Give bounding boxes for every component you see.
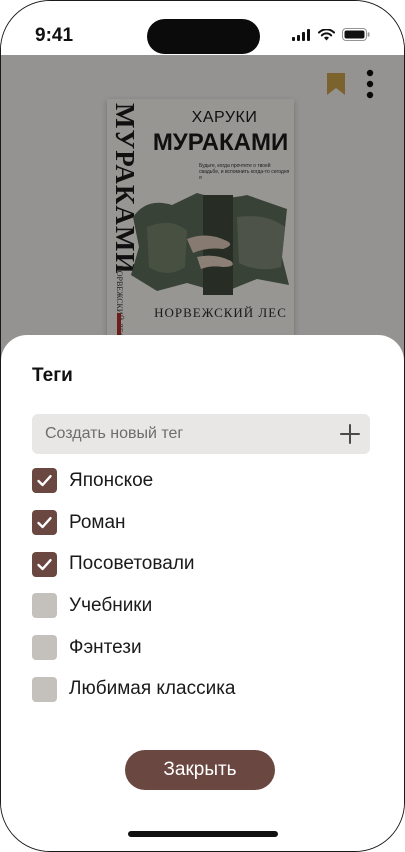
tag-item[interactable]: Японское [32,460,372,502]
tag-label: Японское [69,469,154,491]
tag-checkbox[interactable] [32,551,57,577]
tag-checkbox[interactable] [32,593,57,619]
new-tag-field [32,414,370,454]
tag-checkbox[interactable] [32,635,57,661]
sheet-title: Теги [32,365,73,386]
tag-label: Роман [69,511,126,533]
check-icon [37,475,52,487]
battery-icon [342,28,370,41]
tag-item[interactable]: Фэнтези [32,627,372,669]
new-tag-input[interactable] [32,414,322,454]
status-time: 9:41 [35,25,74,46]
plus-icon[interactable] [338,422,362,446]
status-bar: 9:41 [1,1,404,55]
check-icon [37,558,52,570]
home-indicator [128,831,278,837]
check-icon [37,517,52,529]
status-icons [292,28,370,41]
tag-item[interactable]: Посоветовали [32,543,372,585]
tag-label: Посоветовали [69,553,195,575]
tags-bottom-sheet: Теги Японское Роман Посоветовали Уче [1,335,404,851]
tag-item[interactable]: Любимая классика [32,668,372,710]
tag-checkbox[interactable] [32,510,57,536]
tag-item[interactable]: Роман [32,502,372,544]
close-button[interactable]: Закрыть [125,750,275,790]
wifi-icon [318,28,335,40]
tag-checkbox[interactable] [32,468,57,494]
tag-label: Фэнтези [69,636,142,658]
phone-frame: 9:41 МУРАКАМИ НОРВЕЖСКИЙ ЛЕС ХАРУКИ МУРА… [0,0,405,852]
dynamic-island [147,19,260,54]
tag-item[interactable]: Учебники [32,585,372,627]
signal-icon [292,28,310,41]
tag-checkbox[interactable] [32,676,57,702]
tag-label: Любимая классика [69,678,236,700]
tag-list: Японское Роман Посоветовали Учебники Фэн… [32,460,372,710]
tag-label: Учебники [69,594,153,616]
